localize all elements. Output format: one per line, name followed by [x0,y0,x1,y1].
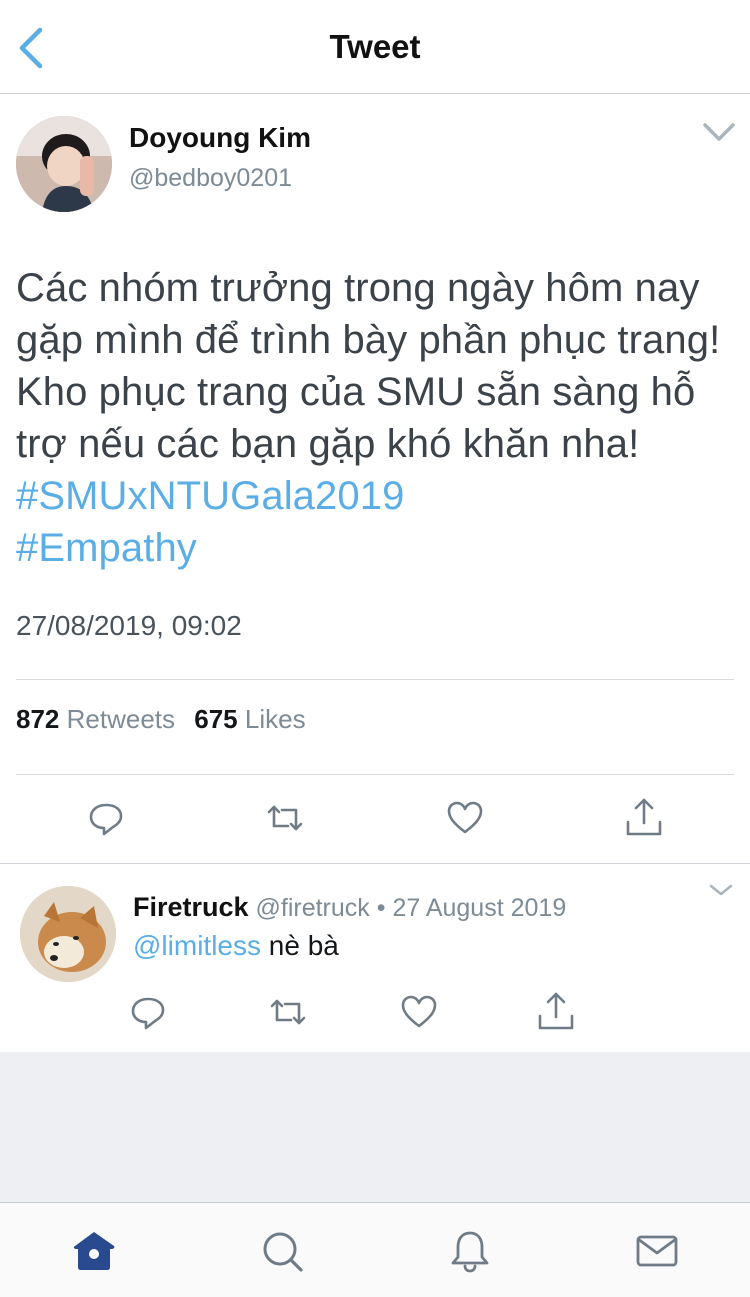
reply-icon [131,997,165,1030]
tab-search[interactable] [258,1227,306,1275]
divider [16,774,734,775]
retweet-button[interactable] [263,796,307,840]
tweet-timestamp: 27/08/2019, 09:02 [16,610,242,641]
reply-header: Firetruck @firetruck • 27 August 2019 [133,892,566,923]
divider [16,679,734,680]
mail-icon [636,1235,678,1267]
like-label[interactable]: Likes [245,704,306,734]
reply-retweet-button[interactable] [266,990,310,1034]
reply-button[interactable] [84,796,128,840]
nav-header: Tweet [0,0,750,94]
tweet-stats: 872 Retweets 675 Likes [16,704,318,735]
reply-icon [89,803,123,836]
chevron-down-icon [709,884,733,896]
reply-tweet[interactable]: Firetruck @firetruck • 27 August 2019 @l… [0,864,750,1052]
reply-separator: • [369,894,393,922]
tab-bar [0,1202,750,1297]
avatar-image [20,886,116,982]
retweet-icon [270,999,306,1025]
reply-author-name[interactable]: Firetruck [133,892,249,922]
author-name[interactable]: Doyoung Kim [129,122,311,154]
share-icon [538,992,574,1030]
tab-home[interactable] [70,1227,118,1275]
author-avatar[interactable] [16,116,112,212]
retweet-icon [267,805,303,831]
empty-area [0,1052,750,1202]
reply-options-button[interactable] [708,882,734,900]
reply-text: @limitless nè bà [133,930,339,962]
reply-reply-button[interactable] [126,990,170,1034]
author-handle[interactable]: @bedboy0201 [129,164,292,193]
hashtag-link[interactable]: #SMUxNTUGala2019 [16,474,404,518]
tweet-body: Các nhóm trưởng trong ngày hôm nay gặp m… [16,266,721,466]
hashtag-link[interactable]: #Empathy [16,526,197,570]
share-icon [626,798,662,836]
page-title: Tweet [329,28,421,65]
reply-body: nè bà [260,930,339,961]
search-icon [263,1232,303,1272]
tab-messages[interactable] [633,1227,681,1275]
chevron-down-icon [703,123,735,141]
tweet-text: Các nhóm trưởng trong ngày hôm nay gặp m… [16,262,736,574]
main-tweet: Doyoung Kim @bedboy0201 Các nhóm trưởng … [0,94,750,864]
tab-notifications[interactable] [446,1227,494,1275]
reply-share-button[interactable] [534,990,578,1034]
retweet-count[interactable]: 872 [16,704,59,734]
mention-link[interactable]: @limitless [133,930,261,961]
reply-like-button[interactable] [397,990,441,1034]
heart-icon [447,801,483,834]
like-button[interactable] [443,796,487,840]
reply-date: 27 August 2019 [392,894,567,922]
bell-icon [451,1231,489,1273]
reply-author-handle[interactable]: @firetruck [256,894,370,922]
avatar-image [16,116,112,212]
heart-icon [401,995,437,1028]
share-button[interactable] [622,796,666,840]
like-count[interactable]: 675 [194,704,237,734]
tweet-detail-screen: Tweet Doyoung Kim @bedboy0201 Các nhóm t… [0,0,750,1297]
reply-avatar[interactable] [20,886,116,982]
home-icon [73,1232,115,1270]
retweet-label[interactable]: Retweets [67,704,175,734]
tweet-options-button[interactable] [702,120,736,144]
